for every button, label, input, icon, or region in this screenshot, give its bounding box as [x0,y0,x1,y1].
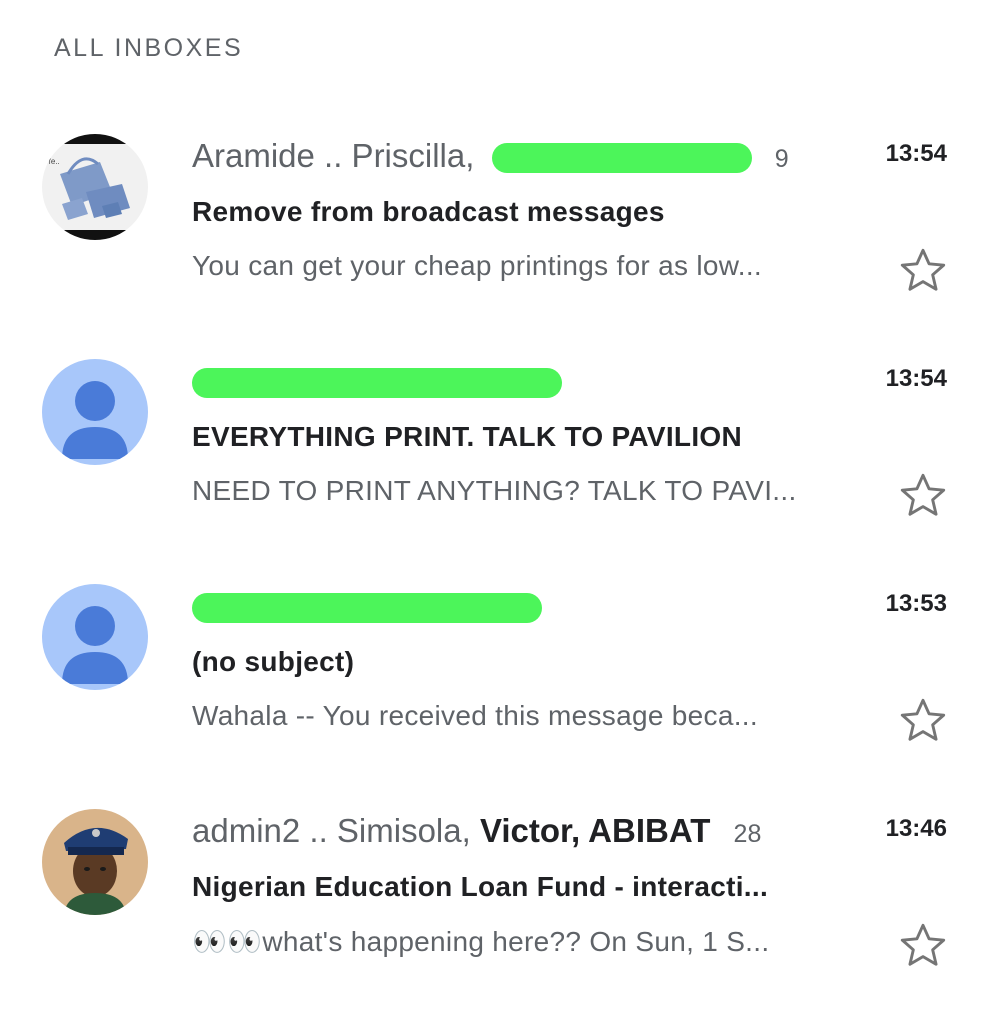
email-subject: Nigerian Education Loan Fund - interacti… [192,871,769,902]
sender-avatar[interactable] [42,809,148,915]
bag-product-photo: rfe.. [42,134,148,240]
redaction-mark [192,368,562,399]
sender-avatar[interactable] [42,584,148,690]
email-snippet: Wahala -- You received this message beca… [192,700,758,731]
redaction-mark [192,593,542,624]
sender-avatar[interactable]: rfe.. [42,134,148,240]
email-time: 13:54 [885,365,947,392]
email-subject: Remove from broadcast messages [192,196,665,227]
email-row[interactable]: rfe.. Aramide .. Priscilla, 9 13:54 Remo… [0,134,992,334]
email-time: 13:53 [885,590,947,617]
email-row[interactable]: admin2 .. Simisola, Victor, ABIBAT 28 13… [0,809,992,1009]
sender-names-unread: Victor, ABIBAT [479,812,711,849]
sender-line: Aramide .. Priscilla, 9 [192,136,789,176]
default-person-icon [42,359,148,465]
email-snippet: NEED TO PRINT ANYTHING? TALK TO PAVI... [192,475,797,506]
email-row[interactable]: 13:54 EVERYTHING PRINT. TALK TO PAVILION… [0,359,992,559]
sender-line [192,361,562,401]
email-snippet: You can get your cheap printings for as … [192,250,762,281]
email-time: 13:46 [885,815,947,842]
star-icon[interactable] [896,919,950,973]
officer-portrait [42,809,148,915]
email-subject: EVERYTHING PRINT. TALK TO PAVILION [192,421,743,452]
star-icon[interactable] [896,244,950,298]
star-icon[interactable] [896,469,950,523]
star-icon[interactable] [896,694,950,748]
email-snippet: 👀👀what's happening here?? On Sun, 1 S... [192,926,770,957]
redaction-mark [491,143,752,174]
inbox-title: ALL INBOXES [54,34,244,62]
sender-line: admin2 .. Simisola, Victor, ABIBAT 28 [192,811,761,851]
sender-names: Aramide .. Priscilla, [192,137,475,174]
thread-count: 9 [774,145,789,173]
svg-text:rfe..: rfe.. [46,157,60,166]
sender-names: admin2 .. Simisola, [192,812,471,849]
sender-avatar[interactable] [42,359,148,465]
email-subject: (no subject) [192,646,355,677]
sender-line [192,586,542,626]
email-time: 13:54 [885,140,947,167]
email-row[interactable]: 13:53 (no subject) Wahala -- You receive… [0,584,992,784]
default-person-icon [42,584,148,690]
thread-count: 28 [733,820,762,848]
